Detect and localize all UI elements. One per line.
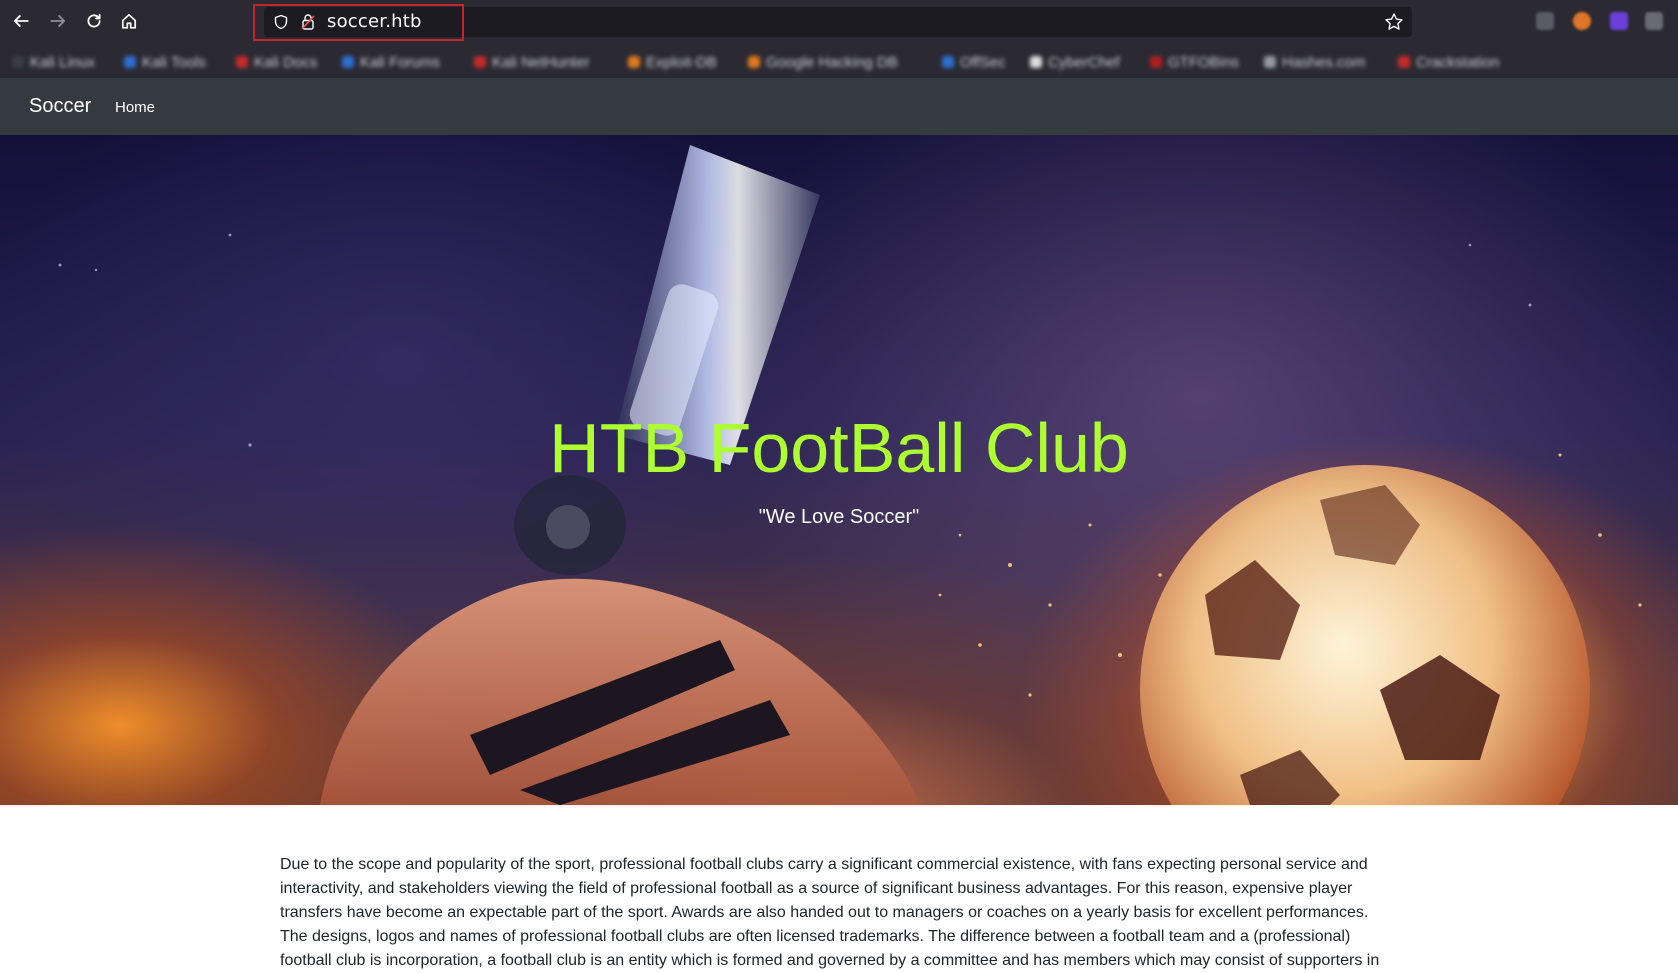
extension-icon[interactable] [1610,12,1628,30]
url-highlight-box [253,4,464,41]
bookmark-item[interactable]: Google Hacking DB [748,53,898,71]
exploit-db-icon [628,56,640,68]
bookmarks-toolbar: Kali Linux Kali Tools Kali Docs Kali For… [0,44,1678,78]
gtfobins-icon [1150,56,1162,68]
kali-nethunter-icon [474,56,486,68]
bookmark-item[interactable]: Crackstation [1398,53,1499,71]
bookmark-item[interactable]: Kali Linux [12,53,95,71]
firefox-account-icon[interactable] [1573,12,1591,30]
browser-toolbar: soccer.htb [0,0,1678,44]
hashes-icon [1264,56,1276,68]
google-hacking-db-icon [748,56,760,68]
bookmark-item[interactable]: Kali Tools [124,53,206,71]
hero-banner: HTB FootBall Club "We Love Soccer" [0,135,1678,805]
bookmark-item[interactable]: Exploit-DB [628,53,717,71]
nav-home-link[interactable]: Home [115,99,155,116]
menu-icon[interactable] [1645,12,1663,30]
crackstation-icon [1398,56,1410,68]
kali-docs-icon [236,56,248,68]
bookmark-item[interactable]: CyberChef [1030,53,1120,71]
offsec-icon [942,56,954,68]
back-icon[interactable] [9,9,33,33]
bookmark-item[interactable]: Hashes.com [1264,53,1365,71]
bookmark-item[interactable]: OffSec [942,53,1006,71]
site-navbar: Soccer Home [0,78,1678,135]
intro-paragraph: Due to the scope and popularity of the s… [280,856,1380,969]
reload-icon[interactable] [82,9,106,33]
bookmark-item[interactable]: Kali Forums [342,53,440,71]
kali-tools-icon [124,56,136,68]
hero-subtitle: "We Love Soccer" [758,506,920,528]
home-icon[interactable] [117,9,141,33]
bookmark-item[interactable]: GTFOBins [1150,53,1239,71]
kali-icon [12,56,24,68]
bookmark-star-icon[interactable] [1384,12,1404,32]
site-brand[interactable]: Soccer [29,95,91,118]
hero-title: HTB FootBall Club [549,409,1129,487]
pocket-icon[interactable] [1536,12,1554,30]
kali-forums-icon [342,56,354,68]
bookmark-item[interactable]: Kali Docs [236,53,317,71]
cyberchef-icon [1030,56,1042,68]
forward-icon[interactable] [46,9,70,33]
bookmark-item[interactable]: Kali NetHunter [474,53,590,71]
